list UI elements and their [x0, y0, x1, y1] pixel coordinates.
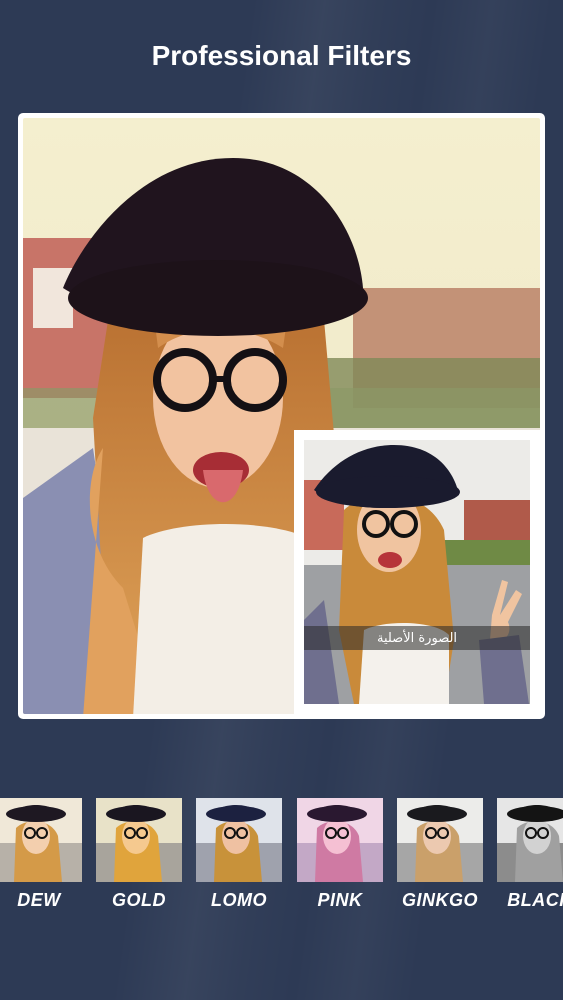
thumbnail-image: [297, 798, 383, 882]
thumbnail-image: [0, 798, 82, 882]
filter-thumb-gold[interactable]: [96, 798, 182, 882]
original-photo: [304, 440, 530, 704]
filter-thumb-dew[interactable]: [0, 798, 82, 882]
thumbnail-image: [196, 798, 282, 882]
original-preview-frame: الصورة الأصلية: [294, 430, 540, 714]
filter-thumb-black[interactable]: [497, 798, 563, 882]
filter-label: LOMO: [211, 890, 267, 910]
thumbnail-image: [397, 798, 483, 882]
filter-label: GINKGO: [401, 890, 478, 910]
thumbnail-image: [497, 798, 563, 882]
filter-label: GOLD: [112, 890, 166, 910]
filter-thumb-pink[interactable]: [297, 798, 383, 882]
original-portrait-image: [304, 440, 530, 704]
filter-thumb-lomo[interactable]: [196, 798, 282, 882]
filter-strip: DEW GOLD LOMO PINK GINKGO BLAC: [0, 798, 563, 918]
original-photo-label: الصورة الأصلية: [304, 626, 530, 650]
thumbnail-image: [96, 798, 182, 882]
filter-label: PINK: [317, 890, 363, 910]
filter-label: BLACK: [507, 890, 563, 910]
filter-label: DEW: [17, 890, 61, 910]
filter-thumb-ginkgo[interactable]: [397, 798, 483, 882]
page-title: Professional Filters: [151, 40, 412, 71]
